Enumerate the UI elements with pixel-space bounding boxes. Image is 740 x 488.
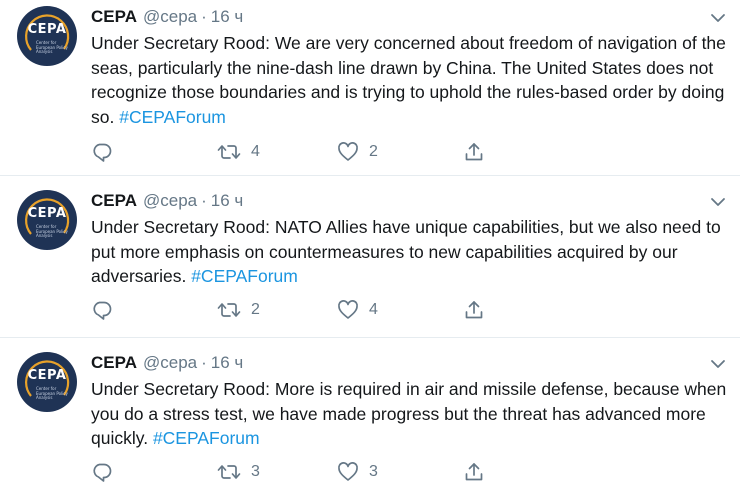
avatar-logo-subtitle: Center for European Policy Analysis <box>36 224 68 238</box>
reply-icon <box>91 141 113 163</box>
tweet-text: Under Secretary Rood: NATO Allies have u… <box>91 215 727 289</box>
tweet-actions: 3 3 <box>91 460 491 484</box>
retweet-icon <box>217 299 241 321</box>
chevron-down-icon[interactable] <box>708 192 728 212</box>
tweet-actions: 4 2 <box>91 140 491 164</box>
retweet-icon <box>217 141 241 163</box>
retweet-button[interactable]: 3 <box>217 460 260 484</box>
like-count: 4 <box>369 301 378 318</box>
retweet-button[interactable]: 2 <box>217 298 260 322</box>
reply-icon <box>91 461 113 483</box>
author-name[interactable]: CEPA <box>91 7 137 26</box>
hashtag-link[interactable]: #CEPAForum <box>191 266 298 286</box>
heart-icon <box>337 461 359 483</box>
separator-dot: · <box>201 7 207 26</box>
tweet[interactable]: CEPA Center for European Policy Analysis… <box>0 0 740 176</box>
separator-dot: · <box>201 191 207 210</box>
author-name[interactable]: CEPA <box>91 191 137 210</box>
separator-dot: · <box>201 353 207 372</box>
share-icon <box>463 141 485 163</box>
retweet-count: 4 <box>251 143 260 160</box>
like-button[interactable]: 4 <box>337 298 378 322</box>
tweet-content: CEPA @cepa · 16 ч Under Secretary Rood: We … <box>91 6 728 162</box>
reply-button[interactable] <box>91 460 113 484</box>
chevron-down-icon[interactable] <box>708 354 728 374</box>
tweet[interactable]: CEPA Center for European Policy Analysis… <box>0 338 740 488</box>
hashtag-link[interactable]: #CEPAForum <box>119 107 226 127</box>
author-handle[interactable]: @cepa <box>143 353 197 372</box>
tweet-actions: 2 4 <box>91 298 491 322</box>
tweet[interactable]: CEPA Center for European Policy Analysis… <box>0 176 740 338</box>
heart-icon <box>337 299 359 321</box>
share-icon <box>463 299 485 321</box>
like-count: 3 <box>369 463 378 480</box>
like-button[interactable]: 3 <box>337 460 378 484</box>
tweet-body: Under Secretary Rood: NATO Allies have u… <box>91 217 721 286</box>
avatar[interactable]: CEPA Center for European Policy Analysis <box>17 6 77 66</box>
heart-icon <box>337 141 359 163</box>
avatar-logo-subtitle: Center for European Policy Analysis <box>36 40 68 54</box>
retweet-count: 2 <box>251 301 260 318</box>
avatar-logo-text: CEPA <box>27 368 67 383</box>
tweet-timestamp[interactable]: 16 ч <box>211 353 244 372</box>
avatar-logo-subtitle: Center for European Policy Analysis <box>36 386 68 400</box>
hashtag-link[interactable]: #CEPAForum <box>153 428 260 448</box>
author-name[interactable]: CEPA <box>91 353 137 372</box>
share-button[interactable] <box>463 140 485 164</box>
tweet-timestamp[interactable]: 16 ч <box>211 7 244 26</box>
avatar-logo-text: CEPA <box>27 22 67 37</box>
reply-button[interactable] <box>91 140 113 164</box>
avatar[interactable]: CEPA Center for European Policy Analysis <box>17 190 77 250</box>
tweet-header: CEPA @cepa · 16 ч <box>91 6 728 28</box>
like-count: 2 <box>369 143 378 160</box>
tweet-text: Under Secretary Rood: We are very concer… <box>91 31 727 129</box>
tweet-text: Under Secretary Rood: More is required i… <box>91 377 727 451</box>
author-handle[interactable]: @cepa <box>143 7 197 26</box>
share-button[interactable] <box>463 298 485 322</box>
reply-button[interactable] <box>91 298 113 322</box>
reply-icon <box>91 299 113 321</box>
retweet-count: 3 <box>251 463 260 480</box>
chevron-down-icon[interactable] <box>708 8 728 28</box>
share-button[interactable] <box>463 460 485 484</box>
avatar[interactable]: CEPA Center for European Policy Analysis <box>17 352 77 412</box>
retweet-button[interactable]: 4 <box>217 140 260 164</box>
author-handle[interactable]: @cepa <box>143 191 197 210</box>
tweet-timestamp[interactable]: 16 ч <box>211 191 244 210</box>
tweet-content: CEPA @cepa · 16 ч Under Secretary Rood: NAT… <box>91 190 728 320</box>
tweet-header: CEPA @cepa · 16 ч <box>91 352 728 374</box>
share-icon <box>463 461 485 483</box>
like-button[interactable]: 2 <box>337 140 378 164</box>
retweet-icon <box>217 461 241 483</box>
tweet-header: CEPA @cepa · 16 ч <box>91 190 728 212</box>
avatar-logo-text: CEPA <box>27 206 67 221</box>
tweet-content: CEPA @cepa · 16 ч Under Secretary Rood: Mor… <box>91 352 728 482</box>
